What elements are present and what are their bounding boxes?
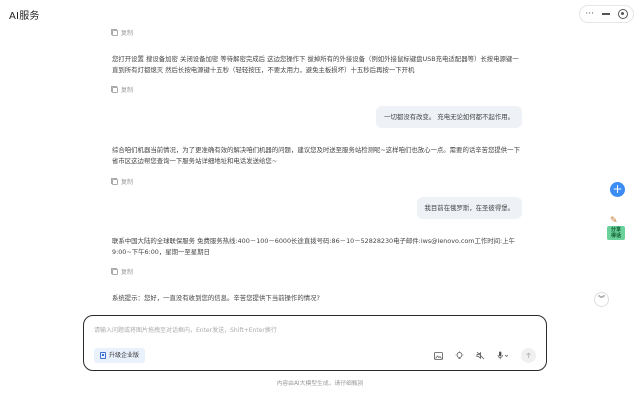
pen-icon: ✎	[610, 216, 618, 226]
copy-button[interactable]: 复制	[111, 267, 133, 276]
ai-message: 您打开设置 搜设备加密 关闭设备加密 等待解密完成后 这边您操作下 拔掉所有的外…	[112, 55, 519, 74]
image-upload-button[interactable]	[434, 351, 443, 360]
microphone-icon	[497, 351, 509, 360]
ai-message: 系统提示：您好，一直没有收到您的信息。辛苦您提供下当前操作的情况?	[112, 294, 320, 302]
scroll-down-button[interactable]: ︾	[594, 292, 609, 307]
idea-button[interactable]	[455, 351, 464, 360]
close-button[interactable]	[618, 9, 628, 19]
chat-area: 复制 您打开设置 搜设备加密 关闭设备加密 等待解密完成后 这边您操作下 拔掉所…	[0, 28, 640, 312]
speaker-mute-icon	[476, 351, 485, 360]
window-controls: ···	[579, 5, 634, 23]
copy-icon	[111, 85, 118, 93]
app-title: AI服务	[9, 11, 40, 22]
copy-button[interactable]: 复制	[111, 28, 133, 37]
send-arrow-icon	[526, 352, 531, 358]
share-label: 分享 得话	[607, 226, 625, 240]
share-badge[interactable]: ✎ 分享 得话	[606, 216, 626, 242]
image-icon	[434, 351, 443, 360]
building-icon	[100, 352, 106, 359]
minimize-button[interactable]	[602, 13, 610, 15]
new-chat-button[interactable]: +	[610, 182, 625, 197]
ai-message: 联系中国大陆的全球联保服务 免费服务热线:400－100－6000长途直拨号码:…	[112, 237, 515, 256]
lightbulb-icon	[455, 351, 464, 359]
more-options-button[interactable]: ···	[585, 5, 594, 23]
copy-button[interactable]: 复制	[111, 85, 133, 94]
message-input[interactable]	[94, 323, 534, 337]
send-button[interactable]	[521, 348, 536, 363]
title-bar: AI服务 ···	[0, 0, 640, 28]
mute-button[interactable]	[476, 351, 485, 360]
user-message: 我目前在俄罗斯，在圣彼得堡。	[416, 197, 522, 219]
voice-input-button[interactable]	[497, 351, 509, 360]
ai-disclaimer: 内容由AI大模型生成，请仔细甄别	[276, 381, 364, 387]
copy-icon	[111, 177, 118, 185]
message-composer: 升级企业版	[83, 315, 547, 371]
copy-icon	[111, 267, 118, 275]
composer-tools	[434, 348, 536, 363]
upgrade-enterprise-button[interactable]: 升级企业版	[94, 348, 146, 363]
user-message: 一切都没有改变。 充电无论如何都不起作用。	[376, 106, 522, 128]
ai-message: 综合咱们机器当前情况，为了更准确有效的解决咱们机器的问题，建议您及时送至服务站检…	[112, 146, 520, 165]
copy-icon	[111, 28, 118, 36]
copy-button[interactable]: 复制	[111, 177, 133, 186]
